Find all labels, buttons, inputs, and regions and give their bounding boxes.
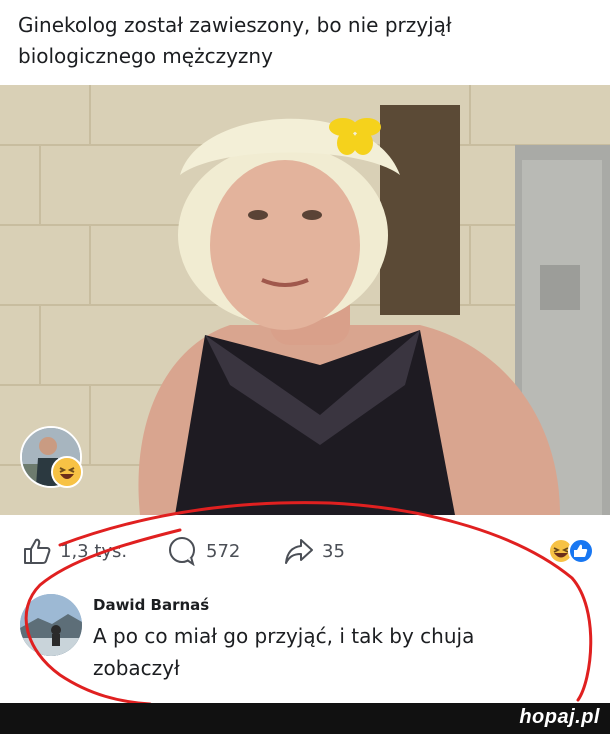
comment-action[interactable]: 572 bbox=[166, 528, 240, 574]
like-icon bbox=[24, 538, 51, 564]
comment-author[interactable]: Dawid Barnaś bbox=[93, 596, 209, 614]
comment-icon bbox=[169, 537, 195, 566]
shares-count: 35 bbox=[322, 540, 345, 562]
commenter-avatar[interactable] bbox=[20, 594, 82, 656]
site-watermark[interactable]: hopaj.pl bbox=[519, 706, 600, 729]
post-headline: Ginekolog został zawieszony, bo nie przy… bbox=[18, 13, 452, 68]
likes-count: 1,3 tys. bbox=[60, 540, 128, 562]
post-photo[interactable] bbox=[0, 85, 610, 515]
haha-emoji-icon bbox=[51, 456, 83, 488]
comments-count: 572 bbox=[206, 540, 241, 562]
post-actions-bar: 1,3 tys. 572 35 bbox=[0, 528, 610, 574]
reactions-summary[interactable] bbox=[548, 538, 594, 564]
comment-text: A po co miał go przyjąć, i tak by chuja … bbox=[93, 624, 475, 680]
photo-illustration bbox=[0, 85, 610, 515]
share-icon bbox=[285, 539, 313, 564]
like-reaction-icon bbox=[568, 538, 594, 564]
share-action[interactable]: 35 bbox=[284, 528, 345, 574]
commenter-avatar-image bbox=[20, 594, 82, 656]
like-action[interactable]: 1,3 tys. bbox=[22, 528, 127, 574]
